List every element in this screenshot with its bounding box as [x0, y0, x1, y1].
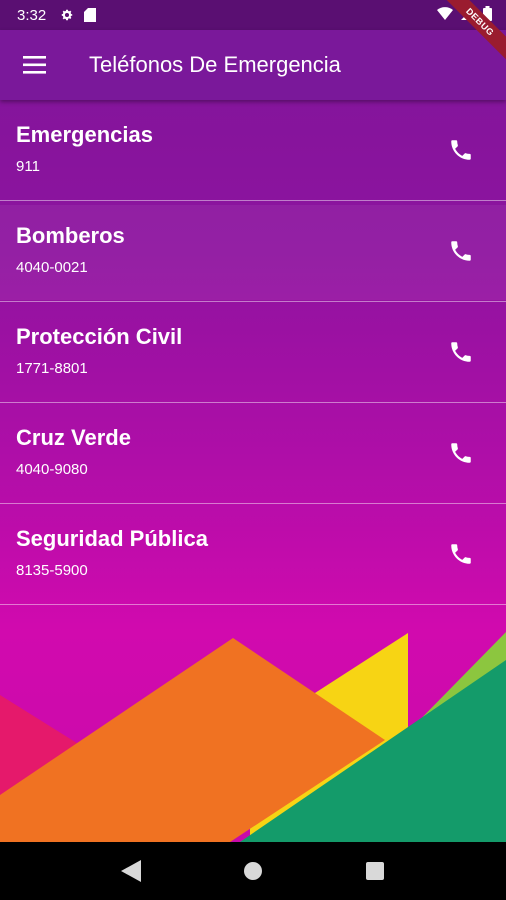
status-bar: 3:32 [0, 0, 506, 30]
navigation-bar [0, 842, 506, 900]
wifi-icon [437, 6, 453, 24]
call-button[interactable] [446, 337, 476, 367]
back-icon [121, 860, 141, 882]
contact-name: Protección Civil [16, 324, 183, 349]
sd-card-icon [84, 8, 97, 22]
home-icon [244, 862, 262, 880]
contact-name: Seguridad Pública [16, 526, 208, 551]
contact-row-bomberos[interactable]: Bomberos 4040-0021 [0, 201, 506, 302]
phone-icon [451, 544, 471, 564]
contact-row-seguridad-publica[interactable]: Seguridad Pública 8135-5900 [0, 504, 506, 605]
hamburger-menu-icon [23, 56, 46, 74]
phone-icon [451, 342, 471, 362]
recents-icon [366, 862, 384, 880]
contact-number: 4040-0021 [16, 259, 88, 276]
app-screen: 3:32 DEBUG Teléfonos De Emergencia Emerg… [0, 0, 506, 842]
page-title: Teléfonos De Emergencia [89, 52, 341, 77]
contact-number: 4040-9080 [16, 461, 88, 478]
phone-icon [451, 140, 471, 160]
contact-row-proteccion-civil[interactable]: Protección Civil 1771-8801 [0, 302, 506, 403]
contact-name: Emergencias [16, 122, 153, 147]
call-button[interactable] [446, 438, 476, 468]
contact-number: 8135-5900 [16, 562, 88, 579]
back-button[interactable] [111, 851, 151, 891]
phone-icon [451, 443, 471, 463]
app-bar: Teléfonos De Emergencia [0, 30, 506, 100]
home-button[interactable] [233, 851, 273, 891]
status-time: 3:32 [17, 6, 47, 24]
call-button[interactable] [446, 236, 476, 266]
emergency-contact-list: Emergencias 911 Bomberos 4040-0021 Prote… [0, 100, 506, 605]
gear-icon [60, 8, 74, 22]
call-button[interactable] [446, 539, 476, 569]
recents-button[interactable] [355, 851, 395, 891]
contact-name: Cruz Verde [16, 425, 131, 450]
contact-number: 911 [16, 158, 40, 175]
contact-number: 1771-8801 [16, 360, 88, 377]
call-button[interactable] [446, 135, 476, 165]
contact-row-cruz-verde[interactable]: Cruz Verde 4040-9080 [0, 403, 506, 504]
menu-button[interactable] [0, 30, 70, 100]
contact-name: Bomberos [16, 223, 125, 248]
contact-row-emergencias[interactable]: Emergencias 911 [0, 100, 506, 201]
phone-icon [451, 241, 471, 261]
